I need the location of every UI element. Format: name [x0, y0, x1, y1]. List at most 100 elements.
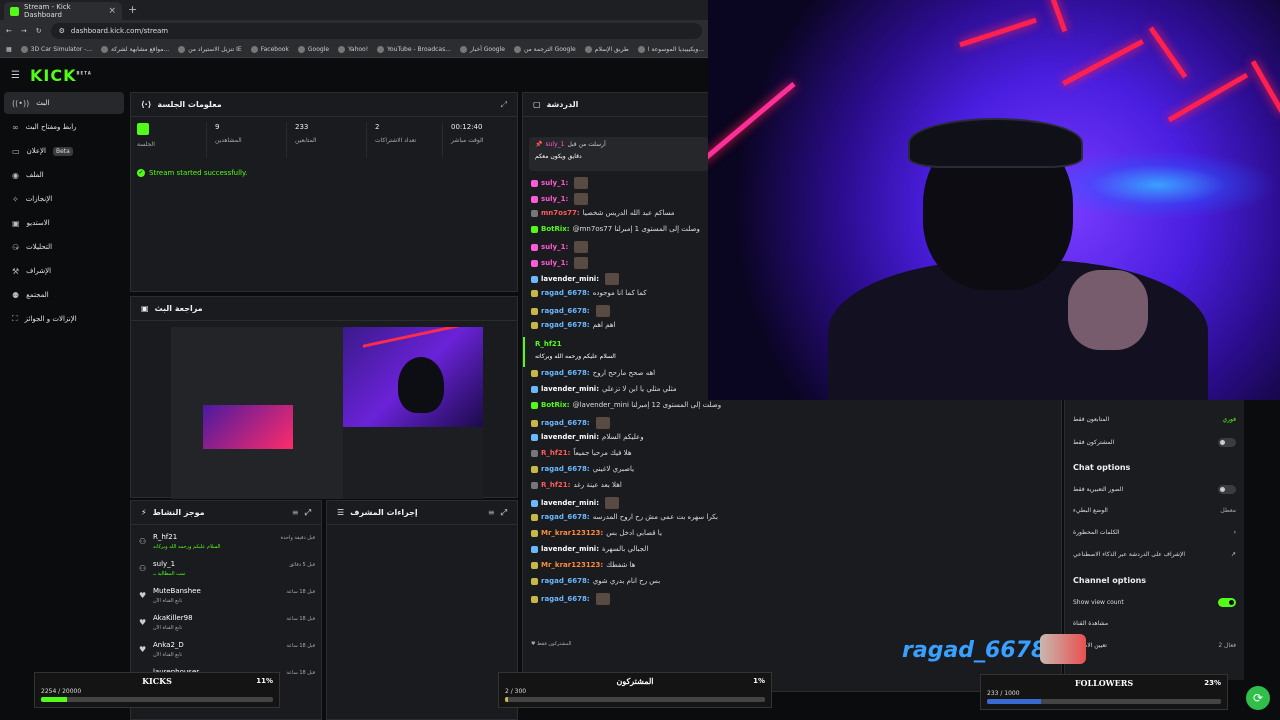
reload-icon[interactable]: ↻ [36, 27, 42, 35]
sidebar-item-stream[interactable]: البث ((•)) [4, 92, 124, 114]
chat-message[interactable]: ragad_6678: ياصبري لاغيني [531, 465, 634, 473]
chat-message[interactable]: BotRix: @mn7os77 وصلت إلى المستوى 1 إمبرل… [531, 225, 700, 233]
followers-only-row[interactable]: المتابعون فقط فوري [1073, 416, 1236, 423]
chat-username[interactable]: lavender_mini: [541, 433, 599, 441]
support-button[interactable]: ⟳ [1246, 686, 1270, 710]
chat-username[interactable]: ragad_6678: [541, 577, 590, 585]
bookmark[interactable]: 3D Car Simulator -... [20, 46, 92, 53]
back-icon[interactable]: ← [6, 27, 12, 35]
popout-icon[interactable]: ⤢ [501, 100, 507, 110]
chat-message[interactable]: lavender_mini: [531, 497, 620, 509]
banned-words-row[interactable]: الكلمات المحظورة › [1073, 529, 1236, 536]
bookmark[interactable]: Google [297, 46, 329, 53]
sidebar-item-analytics[interactable]: ⌄ التحليلات ⚇ [4, 236, 124, 258]
kick-logo[interactable]: KICKBETA [30, 66, 92, 85]
menu-icon[interactable]: ☰ [11, 70, 20, 81]
stream-preview[interactable] [171, 327, 483, 499]
chat-username[interactable]: ragad_6678: [541, 307, 590, 315]
chat-username[interactable]: suly_1: [541, 179, 568, 187]
chat-message[interactable]: ragad_6678: بس رح انام بدري شوي [531, 577, 660, 585]
chat-message[interactable]: R_hf21: هلا فيك مرحبا جميعاً [531, 449, 632, 457]
chat-message[interactable]: Mr_krar123123: ها شفطك [531, 561, 635, 569]
chat-message[interactable]: ragad_6678: [531, 593, 610, 605]
chat-username[interactable]: Mr_krar123123: [541, 529, 603, 537]
chat-message[interactable]: R_hf21: اهلا بعد عينة رغد [531, 481, 622, 489]
activity-item[interactable]: ♥ Anka2_D تابع القناة الآن قبل 18 ساعة [139, 641, 315, 665]
chat-username[interactable]: Mr_krar123123: [541, 561, 603, 569]
subscribers-only-toggle[interactable] [1218, 438, 1236, 447]
bookmark[interactable]: ويكيبيديا الموسوعة ا... [637, 46, 704, 53]
show-view-count-toggle[interactable] [1218, 598, 1236, 607]
chat-message[interactable]: Mr_krar123123: يا قصابي ادخل بس [531, 529, 662, 537]
browser-tab[interactable]: Stream - Kick Dashboard × [4, 2, 122, 20]
chat-message[interactable]: lavender_mini: الجبالي بالسهرة [531, 545, 648, 553]
chat-username[interactable]: ragad_6678: [541, 465, 590, 473]
chat-message[interactable]: ragad_6678: بكرا سهره بت عمي مش رح اروح ا… [531, 513, 718, 521]
bookmark[interactable]: تنزيل الاستيراد من IE [178, 46, 242, 53]
filter-icon[interactable]: ≡ [488, 508, 495, 517]
bookmark[interactable]: الترجمة من Google [513, 46, 576, 53]
bookmark[interactable]: YouTube - Broadcas... [377, 46, 451, 53]
set-goals-row[interactable]: تعيين الاهداف فعال 2 [1073, 642, 1236, 649]
sidebar-item-drops[interactable]: الإنزالات و الجوائز ⛶ [4, 308, 124, 330]
chat-username[interactable]: ragad_6678: [541, 369, 590, 377]
bookmark[interactable]: مواقع مشابهة لشركة... [101, 46, 169, 53]
chat-username[interactable]: mn7os77: [541, 209, 580, 217]
chat-username[interactable]: ragad_6678: [541, 321, 590, 329]
bookmark[interactable]: Facebook [250, 46, 289, 53]
url-field[interactable]: ⚙ dashboard.kick.com/stream [50, 23, 702, 39]
chat-message[interactable]: ragad_6678: اهه صحح مارحح اروح [531, 369, 655, 377]
activity-item[interactable]: ⚇ suly_1 تمت المطالبة بـ قبل 5 دقائق [139, 560, 315, 584]
bookmark[interactable]: طريق الإسلام [584, 46, 629, 53]
chat-username[interactable]: ragad_6678: [541, 419, 590, 427]
activity-item[interactable]: ♥ MuteBanshee تابع القناة الآن قبل 18 ساعة [139, 587, 315, 611]
chat-username[interactable]: ragad_6678: [541, 595, 590, 603]
chat-username[interactable]: R_hf21: [541, 449, 570, 457]
chat-message[interactable]: ragad_6678: كما كما انا موجوده [531, 289, 647, 297]
sidebar-item-stream-key[interactable]: رابط ومفتاح البث ∞ [4, 116, 124, 138]
chat-message[interactable]: suly_1: [531, 193, 589, 205]
bookmark[interactable]: Yahoo! [338, 46, 368, 53]
sidebar-item-profile[interactable]: الملف ◉ [4, 164, 124, 186]
slow-mode-row[interactable]: الوضع البطيء معطل [1073, 507, 1236, 514]
chat-username[interactable]: suly_1: [541, 259, 568, 267]
chat-username[interactable]: BotRix: [541, 401, 570, 409]
popout-icon[interactable]: ⤢ [305, 508, 311, 518]
sidebar-item-moderation[interactable]: الإشراف ⚒ [4, 260, 124, 282]
chat-message[interactable]: ragad_6678: [531, 305, 610, 317]
chat-username[interactable]: ragad_6678: [541, 289, 590, 297]
chat-username[interactable]: R_hf21 [535, 340, 713, 348]
sidebar-item-studio[interactable]: ⌄ الاستديو ▣ [4, 212, 124, 234]
chat-message[interactable]: suly_1: [531, 241, 589, 253]
chat-message[interactable]: ragad_6678: اهم اهم [531, 321, 616, 329]
forward-icon[interactable]: → [21, 27, 27, 35]
activity-item[interactable]: ⚇ R_hf21 السلام عليكم ورحمه الله وبركاته قب… [139, 533, 315, 557]
sidebar-item-ads[interactable]: Beta الإعلان ▭ [4, 140, 124, 162]
chat-username[interactable]: lavender_mini: [541, 545, 599, 553]
chat-username[interactable]: lavender_mini: [541, 275, 599, 283]
chat-message[interactable]: lavender_mini: مثلي مثلي يا ابن لا تزعلي [531, 385, 677, 393]
site-info-icon[interactable]: ⚙ [59, 27, 65, 35]
emote-only-toggle[interactable] [1218, 485, 1236, 494]
chat-username[interactable]: suly_1: [541, 243, 568, 251]
chat-username[interactable]: suly_1: [541, 195, 568, 203]
activity-item[interactable]: ♥ AkaKiller98 تابع القناة الآن قبل 18 ساعة [139, 614, 315, 638]
chat-message[interactable]: BotRix: @lavender_mini وصلت إلى المستوى 1… [531, 401, 721, 409]
bookmark[interactable]: أخبار Google [459, 46, 505, 53]
new-tab-icon[interactable]: + [128, 3, 137, 16]
chat-message[interactable]: lavender_mini: [531, 273, 620, 285]
apps-icon[interactable]: ▦ [6, 46, 12, 53]
ai-moderation-row[interactable]: الإشراف على الدردشة عبر الذكاء الاصطناعي… [1073, 551, 1236, 558]
popout-icon[interactable]: ⤢ [501, 508, 507, 518]
highlighted-message[interactable]: R_hf21 السلام عليكم ورحمه الله وبركاته [523, 337, 723, 367]
sidebar-item-community[interactable]: ⌄ المجتمع ⚉ [4, 284, 124, 306]
chat-username[interactable]: R_hf21: [541, 481, 570, 489]
filter-icon[interactable]: ≡ [292, 508, 299, 517]
chat-username[interactable]: BotRix: [541, 225, 570, 233]
chat-username[interactable]: lavender_mini: [541, 499, 599, 507]
channel-share-row[interactable]: مشاهدة القناة [1073, 620, 1236, 627]
chat-message[interactable]: mn7os77: مساكم عبد الله الدريس شخصيا [531, 209, 675, 217]
chat-message[interactable]: suly_1: [531, 177, 589, 189]
chat-message[interactable]: suly_1: [531, 257, 589, 269]
chat-username[interactable]: lavender_mini: [541, 385, 599, 393]
